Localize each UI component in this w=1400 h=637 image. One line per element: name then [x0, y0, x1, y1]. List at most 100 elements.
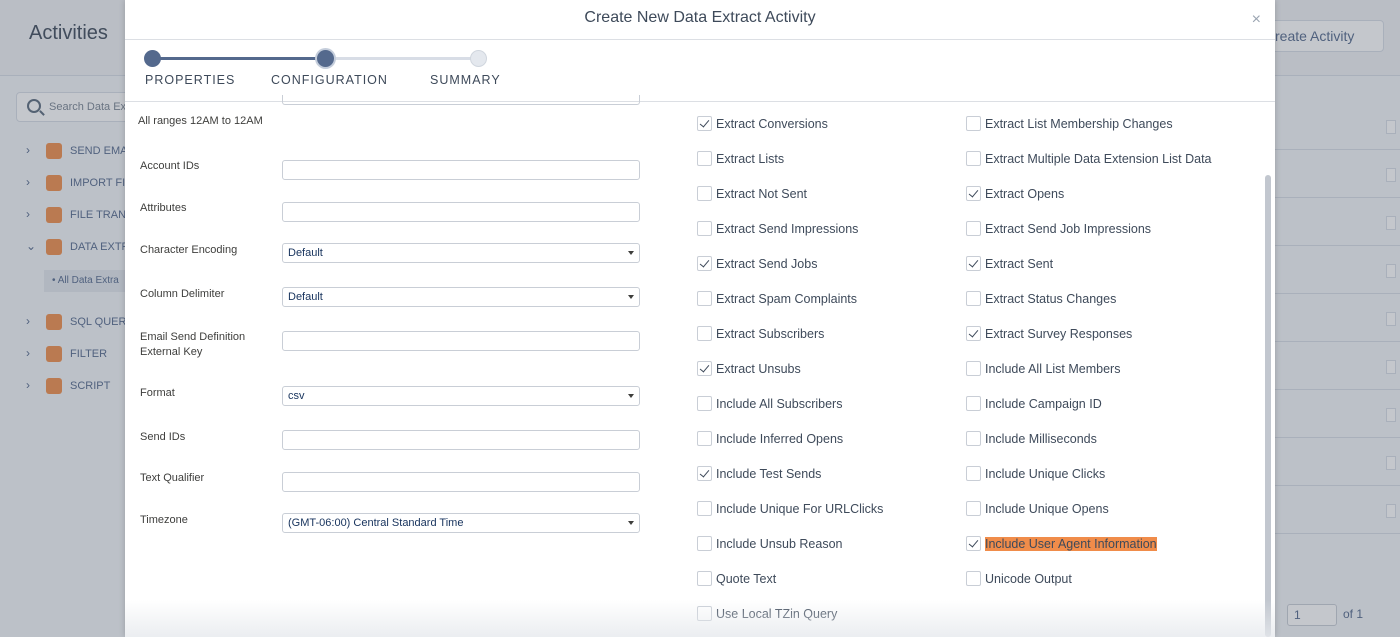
checkbox[interactable] [697, 256, 712, 271]
modal-title: Create New Data Extract Activity [584, 9, 816, 26]
checkbox[interactable] [697, 361, 712, 376]
checkbox[interactable] [697, 396, 712, 411]
option-label[interactable]: Include User Agent Information [985, 537, 1157, 551]
checkmark-icon [699, 362, 710, 373]
option-label[interactable]: Include Milliseconds [985, 432, 1097, 446]
option-label[interactable]: Include Inferred Opens [716, 432, 843, 446]
checkbox[interactable] [697, 466, 712, 481]
email-send-definition-label-line1: Email Send Definition [140, 331, 246, 343]
attributes-input[interactable] [282, 202, 640, 222]
option-label[interactable]: Include Test Sends [716, 467, 821, 481]
option-label[interactable]: Include All Subscribers [716, 397, 842, 411]
checkbox[interactable] [966, 536, 981, 551]
option-label[interactable]: Extract List Membership Changes [985, 117, 1173, 131]
option-label[interactable]: Extract Lists [716, 152, 784, 166]
checkbox[interactable] [697, 326, 712, 341]
option-label[interactable]: Include Unique For URLClicks [716, 502, 883, 516]
step-dot-configuration[interactable] [317, 50, 334, 67]
option-label[interactable]: Include Campaign ID [985, 397, 1102, 411]
close-icon[interactable]: × [1252, 11, 1261, 29]
checkmark-icon [699, 257, 710, 268]
checkbox[interactable] [966, 431, 981, 446]
checkmark-icon [968, 257, 979, 268]
step-label-configuration[interactable]: CONFIGURATION [271, 73, 388, 87]
option-label[interactable]: Include Unsub Reason [716, 537, 842, 551]
checkbox[interactable] [966, 186, 981, 201]
progress-steps: PROPERTIES CONFIGURATION SUMMARY [125, 40, 1275, 102]
option-label[interactable]: Extract Spam Complaints [716, 292, 857, 306]
checkmark-icon [968, 327, 979, 338]
account-ids-input[interactable] [282, 160, 640, 180]
step-label-properties[interactable]: PROPERTIES [145, 73, 235, 87]
caret-down-icon [628, 295, 634, 299]
option-label[interactable]: Extract Multiple Data Extension List Dat… [985, 152, 1212, 166]
caret-down-icon [628, 251, 634, 255]
option-label[interactable]: Extract Sent [985, 257, 1053, 271]
option-label[interactable]: Extract Subscribers [716, 327, 824, 341]
option-label[interactable]: Unicode Output [985, 572, 1072, 586]
ranges-note: All ranges 12AM to 12AM [138, 115, 263, 127]
option-label[interactable]: Extract Send Impressions [716, 222, 858, 236]
checkbox[interactable] [697, 151, 712, 166]
checkbox[interactable] [966, 256, 981, 271]
step-connector [153, 57, 325, 60]
checkbox[interactable] [697, 501, 712, 516]
option-label[interactable]: Include All List Members [985, 362, 1120, 376]
partial-input-field[interactable] [282, 95, 640, 105]
email-send-definition-label-line2: External Key [140, 346, 203, 358]
timezone-select[interactable]: (GMT-06:00) Central Standard Time [282, 513, 640, 533]
option-label[interactable]: Extract Status Changes [985, 292, 1116, 306]
checkbox[interactable] [966, 396, 981, 411]
step-connector [325, 57, 478, 60]
option-label[interactable]: Extract Not Sent [716, 187, 807, 201]
timezone-label: Timezone [140, 514, 188, 526]
attributes-label: Attributes [140, 202, 187, 214]
email-send-definition-input[interactable] [282, 331, 640, 351]
option-label[interactable]: Extract Conversions [716, 117, 828, 131]
checkmark-icon [968, 537, 979, 548]
send-ids-input[interactable] [282, 430, 640, 450]
option-label[interactable]: Extract Opens [985, 187, 1064, 201]
checkbox[interactable] [966, 151, 981, 166]
text-qualifier-input[interactable] [282, 472, 640, 492]
create-data-extract-modal: Create New Data Extract Activity × PROPE… [125, 0, 1275, 637]
option-label[interactable]: Include Unique Opens [985, 502, 1109, 516]
checkbox[interactable] [966, 291, 981, 306]
checkbox[interactable] [966, 571, 981, 586]
character-encoding-label: Character Encoding [140, 244, 238, 256]
caret-down-icon [628, 521, 634, 525]
format-select[interactable]: csv [282, 386, 640, 406]
modal-body: All ranges 12AM to 12AM Account IDs Attr… [125, 95, 1275, 637]
checkbox[interactable] [966, 466, 981, 481]
checkbox[interactable] [966, 501, 981, 516]
checkbox[interactable] [697, 116, 712, 131]
checkbox[interactable] [697, 571, 712, 586]
character-encoding-select[interactable]: Default [282, 243, 640, 263]
checkbox[interactable] [966, 116, 981, 131]
modal-scrollbar[interactable] [1265, 175, 1271, 637]
option-label[interactable]: Extract Unsubs [716, 362, 801, 376]
checkbox[interactable] [697, 291, 712, 306]
checkbox[interactable] [697, 186, 712, 201]
account-ids-label: Account IDs [140, 160, 200, 172]
option-label[interactable]: Extract Survey Responses [985, 327, 1132, 341]
option-label[interactable]: Extract Send Job Impressions [985, 222, 1151, 236]
step-dot-properties[interactable] [144, 50, 161, 67]
text-qualifier-label: Text Qualifier [140, 472, 205, 484]
checkbox[interactable] [697, 536, 712, 551]
checkbox[interactable] [966, 361, 981, 376]
option-label[interactable]: Include Unique Clicks [985, 467, 1105, 481]
column-delimiter-value: Default [288, 291, 323, 303]
bottom-fade [125, 600, 1275, 637]
option-label[interactable]: Quote Text [716, 572, 776, 586]
checkbox[interactable] [697, 221, 712, 236]
checkbox[interactable] [966, 221, 981, 236]
modal-header: Create New Data Extract Activity × [125, 0, 1275, 40]
option-label[interactable]: Extract Send Jobs [716, 257, 817, 271]
email-send-definition-label: Email Send Definition External Key [140, 330, 245, 360]
checkbox[interactable] [697, 431, 712, 446]
column-delimiter-select[interactable]: Default [282, 287, 640, 307]
checkbox[interactable] [966, 326, 981, 341]
step-dot-summary[interactable] [470, 50, 487, 67]
step-label-summary[interactable]: SUMMARY [430, 73, 501, 87]
